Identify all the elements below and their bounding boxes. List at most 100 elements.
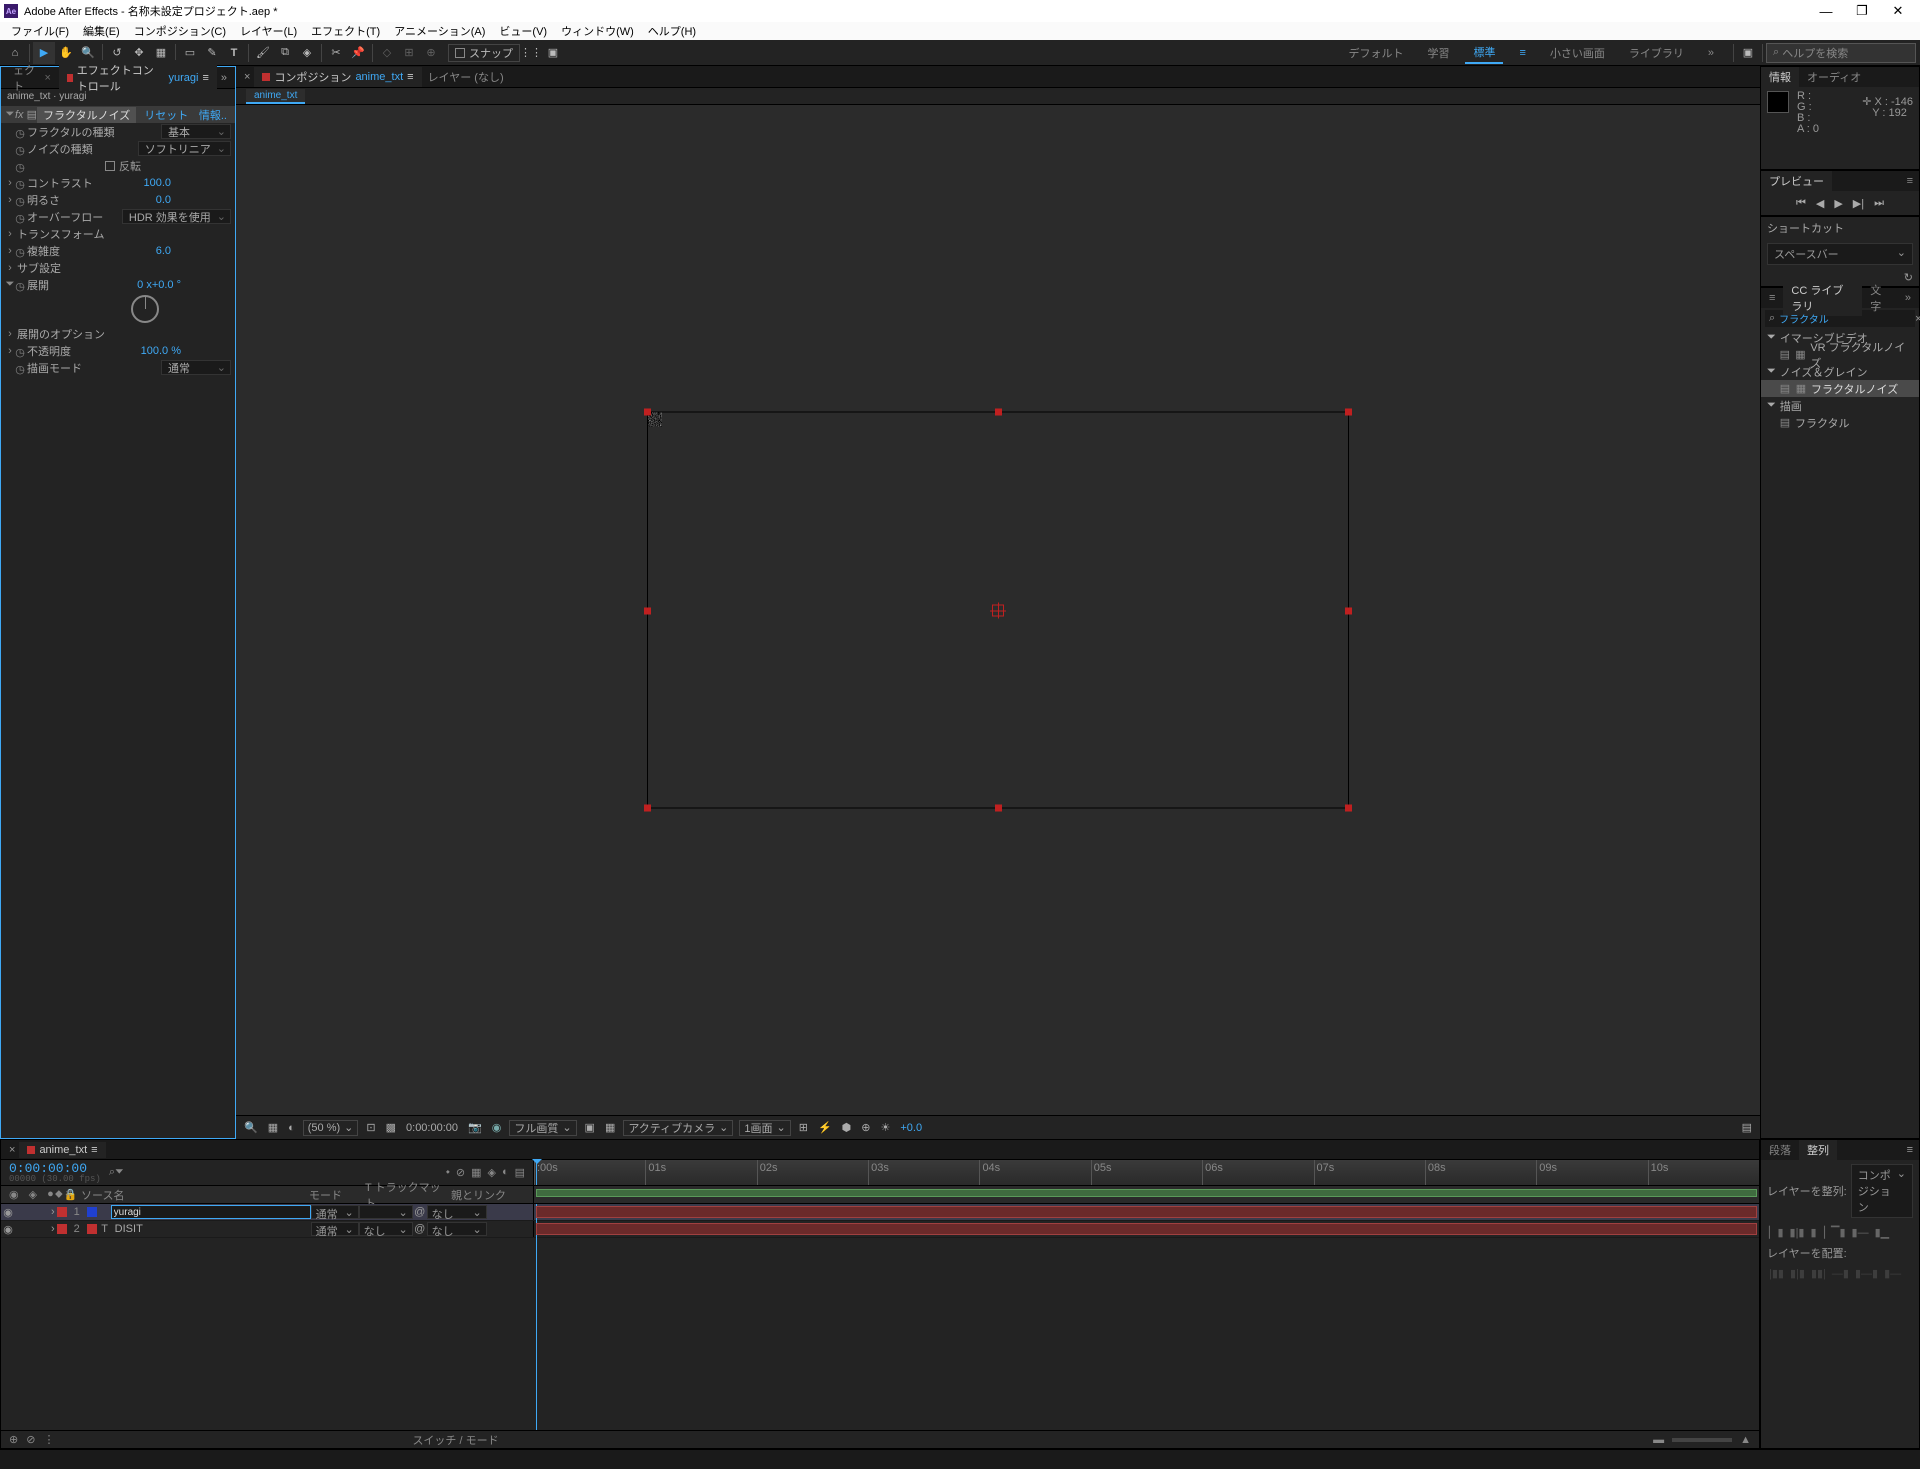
tl-toggle-3[interactable]: ⋮ [43,1433,54,1446]
timecode[interactable]: 0:00:00:00 [404,1122,460,1134]
resize-handle[interactable] [995,409,1002,416]
last-frame-button[interactable]: ⏭ [1874,197,1884,210]
stopwatch-icon[interactable]: ◷ [15,127,25,137]
menu-effect[interactable]: エフェクト(T) [304,23,387,39]
time-ruler[interactable]: :00s01s02s03s04s05s06s07s08s09s10s [534,1160,1759,1185]
fast-draft-icon[interactable]: ⚡ [816,1121,834,1134]
effect-reset[interactable]: リセット [144,107,188,123]
paragraph-tab[interactable]: 段落 [1761,1140,1799,1160]
switches-modes-toggle[interactable]: スイッチ / モード [412,1432,498,1448]
roto-tool[interactable]: ✂ [325,42,347,64]
opacity-value[interactable]: 100.0 % [137,345,181,357]
menu-layer[interactable]: レイヤー(L) [233,23,304,39]
noise-type-dropdown[interactable]: ソフトリニア⌄ [138,141,231,156]
anchor-point[interactable] [992,604,1004,616]
graph-editor-icon[interactable]: ▤ [515,1166,525,1179]
exposure-icon[interactable]: ☀ [878,1121,892,1134]
views-dropdown[interactable]: 1画面⌄ [739,1120,790,1136]
frame-blend-icon[interactable]: ◈ [487,1166,495,1179]
mask-feather-icon[interactable]: ◇ [376,42,398,64]
stopwatch-icon[interactable]: ◷ [15,212,25,222]
panel-overflow-icon[interactable]: » [217,72,231,84]
workspace-library[interactable]: ライブラリ [1621,43,1692,63]
workspace-small[interactable]: 小さい画面 [1542,43,1613,63]
play-button[interactable]: ▶ [1834,197,1842,210]
resize-handle[interactable] [995,805,1002,812]
first-frame-button[interactable]: ⏮ [1796,197,1806,210]
menu-view[interactable]: ビュー(V) [492,23,554,39]
zoom-dropdown[interactable]: (50 %)⌄ [303,1120,359,1136]
timeline-layer-row[interactable]: ◉›1通常⌄⌄@なし⌄ [1,1204,1759,1221]
renderer-icon[interactable]: ⬢ [840,1121,854,1134]
twirl-icon[interactable]: › [51,1223,55,1235]
blend-mode-dropdown[interactable]: 通常⌄ [311,1205,359,1219]
menu-animation[interactable]: アニメーション(A) [387,23,492,39]
stopwatch-icon[interactable]: ◷ [15,144,25,154]
visibility-icon[interactable]: ◉ [1,1223,15,1236]
parent-pick-icon[interactable]: @ [413,1206,427,1218]
next-frame-button[interactable]: ▶| [1853,197,1864,210]
composition-viewer[interactable] [236,105,1760,1115]
zoom-out-icon[interactable]: ▬ [1653,1434,1664,1446]
stopwatch-icon[interactable]: ◷ [15,195,25,205]
work-area-bar[interactable] [536,1189,1757,1197]
timeline-comp-tab[interactable]: anime_txt≡ [19,1142,105,1158]
layer-bar[interactable] [536,1223,1757,1235]
menu-edit[interactable]: 編集(E) [76,23,127,39]
minimize-button[interactable]: — [1808,0,1844,22]
effects-search[interactable]: ⌕ × [1765,310,1915,327]
render-queue-icon[interactable]: ▤ [1740,1121,1754,1134]
transform-group[interactable]: トランスフォーム [15,226,106,242]
grid-icon[interactable]: ▦ [266,1121,280,1134]
layer-search[interactable]: ⌕⏷ [109,1166,124,1179]
menu-file[interactable]: ファイル(F) [4,23,76,39]
layer-bar[interactable] [536,1206,1757,1218]
layer-name[interactable]: DISIT [111,1223,311,1235]
comp-mini-tab[interactable]: anime_txt [246,89,305,104]
label-color[interactable] [57,1207,67,1217]
mask-icon[interactable]: ◐ [286,1122,297,1134]
align-vcenter-button[interactable]: ▮― [1852,1226,1869,1239]
eraser-tool[interactable]: ◈ [296,42,318,64]
effect-header[interactable]: ⏷ fx ▤ フラクタルノイズ リセット 情報.. [1,106,235,123]
tl-toggle-1[interactable]: ⊕ [9,1433,18,1446]
channel-icon[interactable]: ◉ [490,1121,504,1134]
align-right-button[interactable]: ▮▕ [1810,1226,1825,1239]
zoom-in-icon[interactable]: ▲ [1740,1434,1751,1446]
stopwatch-icon[interactable]: ◷ [15,363,25,373]
align-tab[interactable]: 整列 [1799,1140,1837,1160]
blend-mode-dropdown[interactable]: 通常⌄ [161,360,231,375]
blend-mode-dropdown[interactable]: 通常⌄ [311,1222,359,1236]
composition-tab[interactable]: コンポジション anime_txt ≡ [254,67,421,87]
panel-close[interactable]: × [5,1144,19,1156]
exposure-value[interactable]: +0.0 [898,1122,924,1134]
trkmat-dropdown[interactable]: ⌄ [359,1205,413,1219]
shy-icon[interactable]: ⊘ [456,1166,465,1179]
workspace-overflow-icon[interactable]: » [1700,45,1722,61]
shortcut-dropdown[interactable]: スペースバー⌄ [1767,243,1913,265]
workspace-menu-icon[interactable]: ≡ [1511,45,1533,61]
parent-dropdown[interactable]: なし⌄ [427,1222,487,1236]
resolution-dropdown[interactable]: フル画質⌄ [509,1120,576,1136]
resize-handle[interactable] [644,805,651,812]
align-to-dropdown[interactable]: コンポジション⌄ [1851,1164,1913,1218]
col-source[interactable]: ソース名 [77,1187,305,1203]
workspace-default[interactable]: デフォルト [1340,43,1411,63]
sub-settings-group[interactable]: サブ設定 [15,260,63,276]
align-bottom-button[interactable]: ▮▁ [1875,1226,1890,1239]
effects-group[interactable]: ⏷描画 [1761,397,1919,414]
twirl-icon[interactable]: › [51,1206,55,1218]
prev-frame-button[interactable]: ◀ [1816,197,1824,210]
draft3d-icon[interactable]: ▦ [471,1166,481,1179]
motion-blur-icon[interactable]: ◐ [502,1166,509,1179]
panel-toggle-button[interactable]: ▣ [1737,42,1759,64]
roi-icon[interactable]: ⊡ [364,1121,377,1134]
workspace-standard[interactable]: 標準 [1465,42,1503,64]
effect-item-vr-fractal[interactable]: ▤▦VR フラクタルノイズ [1761,346,1919,363]
stopwatch-icon[interactable]: ◷ [15,161,25,171]
label-color[interactable] [57,1224,67,1234]
char-tab[interactable]: 文字 [1862,280,1897,316]
effect-item-fractal[interactable]: ▤フラクタル [1761,414,1919,431]
current-time-indicator[interactable] [536,1160,537,1185]
menu-composition[interactable]: コンポジション(C) [127,23,233,39]
